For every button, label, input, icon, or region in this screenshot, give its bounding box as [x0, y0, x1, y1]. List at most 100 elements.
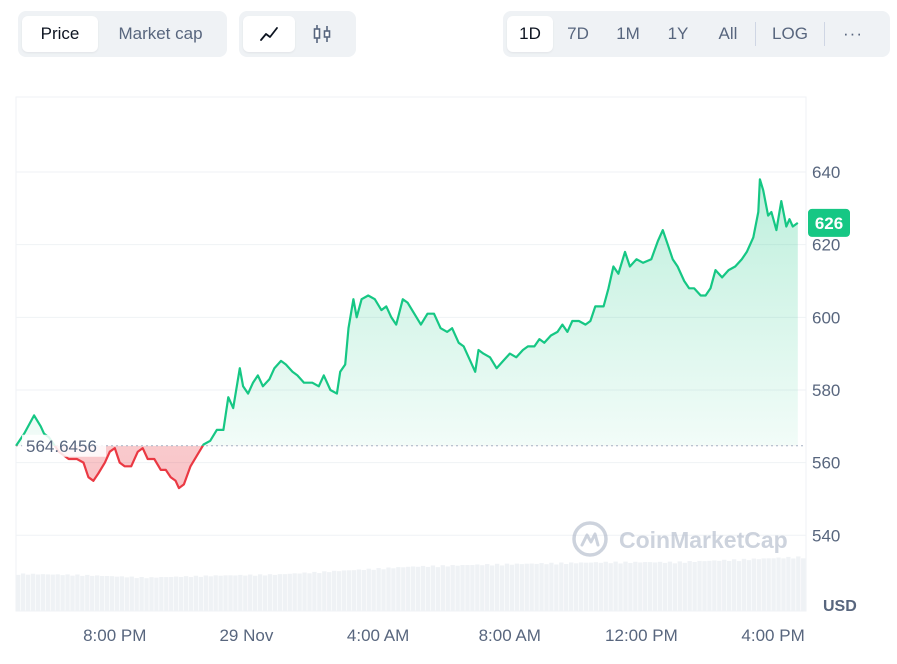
volume-bar [45, 574, 50, 611]
volume-bar [218, 575, 223, 611]
volume-bar [292, 573, 297, 611]
volume-bar [114, 576, 120, 611]
volume-bar [238, 574, 243, 611]
volume-bar [687, 561, 692, 611]
volume-bar [638, 562, 643, 611]
volume-bar [267, 574, 273, 611]
volume-bar [475, 564, 480, 611]
volume-bar [751, 558, 757, 611]
volume-bar [90, 575, 95, 611]
volume-bar [119, 576, 125, 611]
volume-bar [164, 577, 169, 611]
current-price-badge-text: 626 [815, 214, 843, 233]
volume-bar [40, 574, 46, 611]
volume-bar [149, 577, 154, 611]
volume-bar [415, 566, 421, 611]
volume-bar [539, 563, 544, 611]
volume-bar [736, 561, 742, 611]
volume-bar [781, 558, 786, 611]
x-tick-label: 29 Nov [219, 626, 273, 645]
volume-bar [65, 574, 70, 611]
volume-bar [509, 564, 515, 611]
volume-bar [450, 565, 455, 611]
volume-bar [272, 574, 278, 611]
volume-bar [573, 563, 579, 611]
volume-bar [771, 558, 776, 611]
volume-bar [628, 562, 633, 611]
volume-bar [445, 566, 450, 611]
volume-bar [124, 577, 129, 611]
price-chart[interactable]: CoinMarketCap 564.6456 540 560 580 600 620 64… [0, 0, 897, 664]
volume-bar [643, 562, 648, 611]
volume-bar [499, 565, 505, 611]
volume-bars [16, 556, 806, 611]
volume-bar [60, 575, 65, 611]
volume-bar [228, 575, 233, 611]
volume-bar [677, 561, 682, 611]
volume-bar [322, 571, 327, 611]
volume-bar [208, 576, 213, 611]
volume-bar [746, 560, 752, 611]
volume-bar [411, 566, 416, 611]
volume-bar [213, 575, 218, 611]
volume-bar [361, 569, 366, 611]
volume-bar [406, 566, 411, 611]
volume-bar [692, 561, 697, 611]
volume-bar [16, 574, 21, 611]
volume-bar [603, 561, 608, 611]
volume-bar [188, 577, 194, 611]
currency-label: USD [823, 598, 857, 615]
volume-bar [35, 574, 41, 611]
x-tick-label: 4:00 PM [741, 626, 804, 645]
x-tick-label: 8:00 AM [479, 626, 541, 645]
volume-bar [544, 564, 549, 611]
volume-bar [727, 560, 732, 611]
volume-bar [618, 563, 623, 611]
coinmarketcap-logo-icon [572, 521, 608, 557]
y-tick-label: 600 [812, 308, 840, 327]
volume-bar [648, 562, 653, 611]
volume-bar [154, 577, 159, 611]
volume-bar [193, 575, 199, 611]
volume-bar [455, 565, 460, 611]
x-axis: 8:00 PM 29 Nov 4:00 AM 8:00 AM 12:00 PM 4:00 … [83, 626, 805, 645]
volume-bar [440, 565, 445, 611]
volume-bar [99, 576, 105, 611]
volume-bar [494, 563, 500, 611]
volume-bar [70, 575, 75, 611]
volume-bar [317, 573, 322, 611]
volume-bar [731, 559, 737, 611]
volume-bar [623, 561, 628, 611]
volume-bar [465, 565, 470, 611]
volume-bar [756, 559, 761, 611]
x-tick-label: 12:00 PM [605, 626, 678, 645]
volume-bar [564, 563, 569, 611]
volume-bar [430, 565, 436, 611]
volume-bar [243, 575, 248, 611]
up-area-fill [16, 179, 798, 446]
volume-bar [396, 567, 401, 611]
y-tick-label: 580 [812, 381, 840, 400]
baseline-label-text: 564.6456 [26, 437, 97, 456]
volume-bar [490, 565, 495, 611]
volume-bar [593, 562, 599, 611]
volume-bar [144, 578, 149, 611]
volume-bar [480, 565, 485, 611]
y-tick-label: 560 [812, 454, 840, 473]
volume-bar [223, 575, 228, 611]
volume-bar [282, 574, 287, 611]
volume-bar [341, 570, 347, 611]
volume-bar [786, 556, 791, 611]
volume-bar [578, 562, 584, 611]
volume-bar [253, 575, 258, 611]
y-tick-label: 540 [812, 526, 840, 545]
volume-bar [381, 569, 386, 611]
volume-bar [485, 564, 490, 611]
volume-bar [336, 571, 342, 611]
volume-bar [85, 574, 90, 611]
volume-bar [425, 566, 431, 611]
volume-bar [776, 557, 781, 611]
volume-bar [401, 567, 406, 611]
volume-bar [712, 560, 717, 611]
volume-bar [801, 558, 806, 611]
